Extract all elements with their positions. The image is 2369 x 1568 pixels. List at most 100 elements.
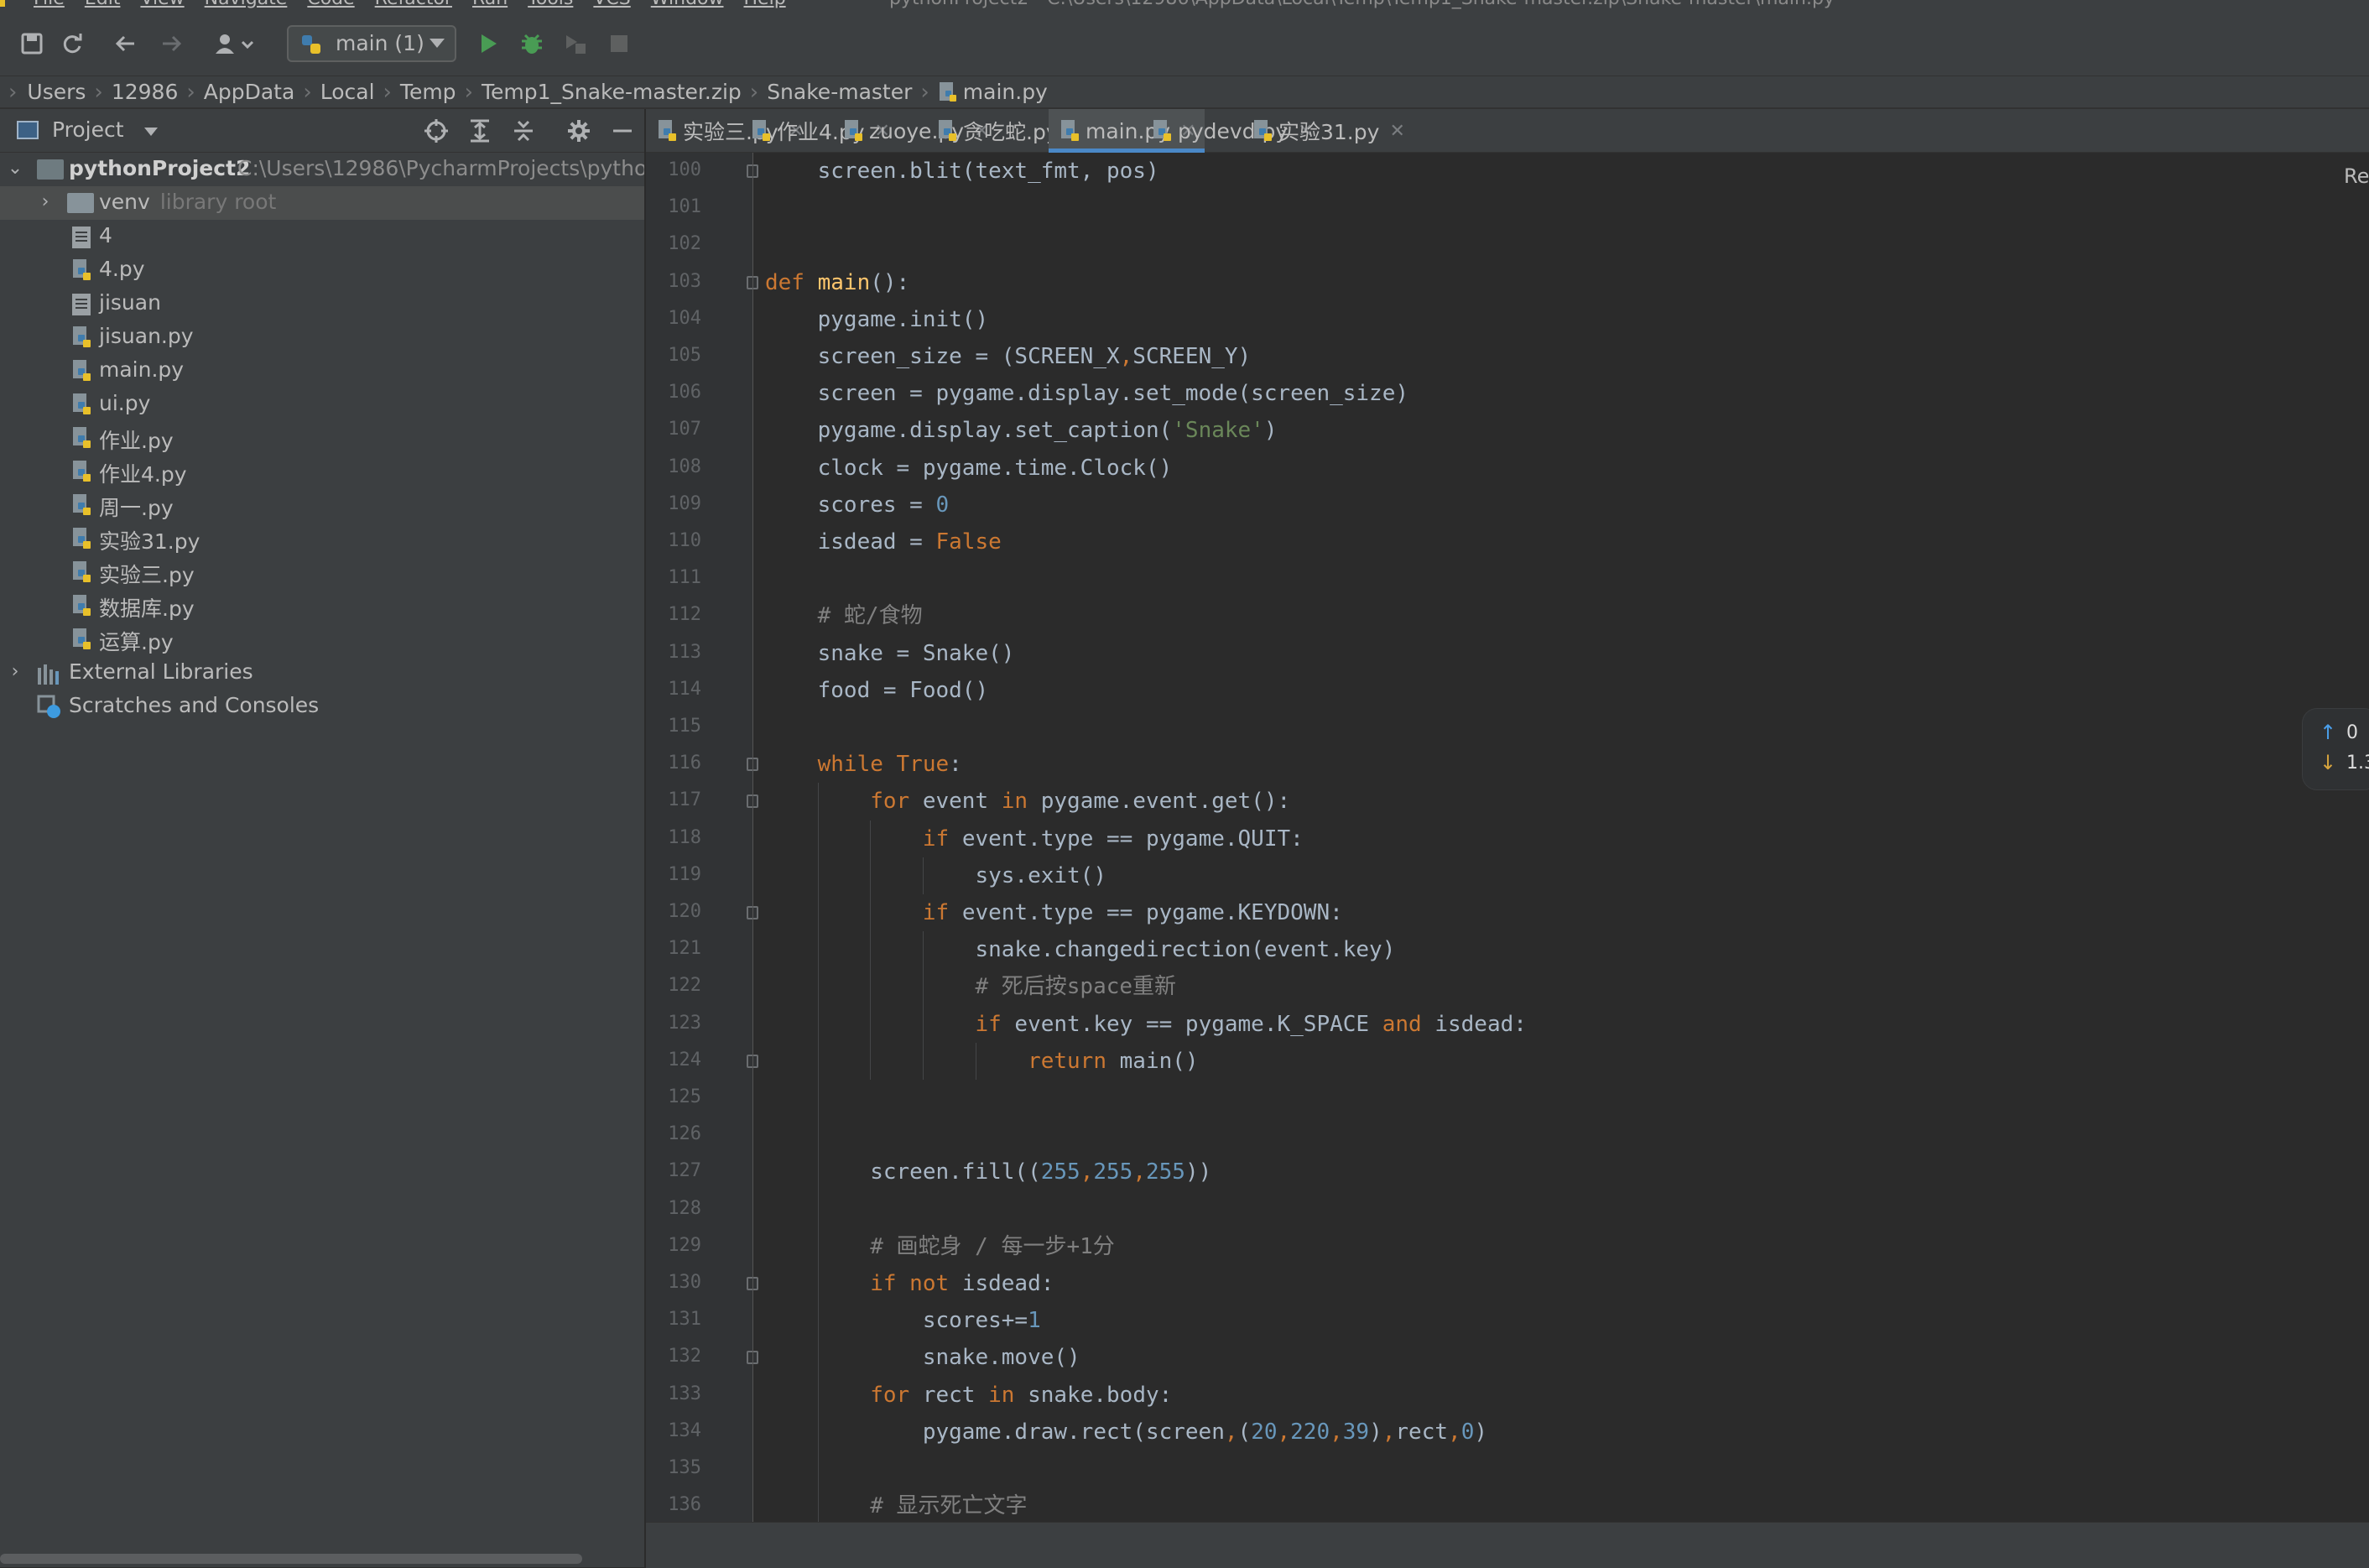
tree-row-external-libraries[interactable]: › External Libraries [0,656,644,690]
debug-icon[interactable] [515,27,549,60]
stop-icon[interactable] [602,27,636,60]
code-line: screen.blit(text_fmt, pos) [765,153,1159,190]
python-file-icon [752,120,770,141]
code-token: 255 [1093,1159,1133,1185]
horizontal-scrollbar[interactable] [0,1550,644,1567]
chevron-down-icon[interactable]: ⌄ [7,158,23,179]
breadcrumb-item[interactable]: main.py [938,80,1048,104]
chevron-right-icon[interactable]: › [37,191,54,212]
tree-row-file[interactable]: 周一.py [0,488,644,522]
code-token: while True [765,752,950,778]
forward-arrow-icon[interactable] [154,27,188,60]
menu-item[interactable]: Window [651,0,724,9]
breadcrumb-label: main.py [962,80,1048,104]
scrollbar-thumb[interactable] [0,1554,582,1564]
code-line: screen.fill((255,255,255)) [765,1154,1211,1190]
chevron-right-icon[interactable]: › [7,661,23,682]
tree-row-file[interactable]: 作业4.py [0,455,644,488]
breadcrumb-label: Users [27,80,86,104]
code-token: in [988,1382,1028,1408]
expand-all-icon[interactable] [465,116,495,146]
breadcrumb-label: 12986 [111,80,179,104]
gear-icon[interactable] [564,116,594,146]
line-number: 113 [668,641,701,663]
tree-row-venv[interactable]: › venv library root [0,186,644,220]
code-token: clock = pygame.time.Clock() [765,455,1173,481]
tree-row-file[interactable]: ui.py [0,388,644,421]
breadcrumb-item[interactable]: Temp1_Snake-master.zip [482,80,742,104]
sync-icon[interactable] [55,27,89,60]
tree-row-file[interactable]: 实验31.py [0,522,644,555]
close-icon[interactable]: ✕ [1389,121,1404,142]
breadcrumb-label: Temp1_Snake-master.zip [481,80,742,104]
menu-item[interactable]: File [34,0,65,9]
breadcrumb-item[interactable]: Local [320,80,375,104]
line-number: 101 [668,196,701,218]
tree-row-file[interactable]: 4 [0,220,644,253]
tree-row-file[interactable]: 4.py [0,253,644,287]
tree-row-file[interactable]: 数据库.py [0,589,644,623]
collapse-all-icon[interactable] [508,116,539,146]
python-file-icon [659,120,676,141]
project-root-name: pythonProject2 [69,156,251,180]
tree-row-file[interactable]: 作业.py [0,421,644,455]
line-number: 135 [668,1457,701,1478]
breadcrumb-item[interactable]: Temp [400,80,456,104]
code-token: screen.blit(text_fmt, pos) [765,159,1159,184]
text-file-icon [72,294,91,315]
locate-icon[interactable] [421,116,451,146]
code-token: event [922,789,1002,815]
tree-row-file[interactable]: 实验三.py [0,555,644,589]
line-number: 117 [668,789,701,811]
menu-item[interactable]: View [140,0,184,9]
menu-item[interactable]: Code [307,0,354,9]
back-arrow-icon[interactable] [109,27,143,60]
menu-item[interactable]: Navigate [205,0,288,9]
run-icon[interactable] [471,27,505,60]
code-token: 1 [1028,1308,1041,1334]
reader-mode-label[interactable]: Re [2344,164,2369,188]
breadcrumb-item[interactable]: AppData [204,80,295,104]
window-title: pythonProject2 - C:\Users\12986\AppData\… [889,0,1835,9]
coverage-icon[interactable] [559,27,592,60]
menu-item[interactable]: Refactor [375,0,452,9]
menu-item[interactable]: Run [472,0,508,9]
code-token: isdead = [765,529,936,555]
code-line: scores = 0 [765,487,950,524]
menu-item[interactable]: Tools [528,0,573,9]
user-icon[interactable] [211,27,260,60]
project-panel-title[interactable]: Project [52,117,124,142]
editor-tab[interactable]: 实验31.py ✕ [1242,109,1414,153]
menu-item[interactable]: VCS [593,0,630,9]
breadcrumb-item[interactable]: Snake-master [767,80,912,104]
run-configuration-select[interactable]: main (1) [287,25,456,62]
menu-item[interactable]: Help [744,0,786,9]
code-token: main [817,269,871,295]
code-token: 0 [1460,1419,1475,1445]
code-line: # 死后按space重新 [765,968,1176,1005]
line-number: 102 [668,233,701,255]
tree-row-file[interactable]: 运算.py [0,623,644,656]
arrow-down-icon: ↓ [2320,751,2337,774]
chevron-down-icon[interactable] [144,128,158,136]
minimize-icon[interactable] [607,116,638,146]
breadcrumb-label: AppData [203,80,295,104]
breadcrumb-item[interactable]: 12986 [112,80,179,104]
code-token: sys.exit() [765,862,1106,888]
code-editor[interactable]: 100 101 102 103 104 105 106 107 108 109 110 111 112 1… [646,153,2369,1522]
breadcrumb-item[interactable]: Users [27,80,86,104]
tree-row-file[interactable]: jisuan.py [0,320,644,354]
tree-row-scratches[interactable]: Scratches and Consoles [0,690,644,723]
save-icon[interactable] [15,27,49,60]
tree-row-file[interactable]: jisuan [0,287,644,320]
python-file-icon [73,360,91,381]
code-line: food = Food() [765,672,989,709]
line-number: 116 [668,753,701,774]
tree-root-row[interactable]: ⌄ pythonProject2 C:\Users\12986\PycharmP… [0,153,644,186]
tree-row-file[interactable]: main.py [0,354,644,388]
menu-item[interactable]: Edit [85,0,121,9]
code-token: , [1224,1419,1238,1445]
git-widget[interactable]: ↑ 0 ↓ 1.3 [2302,708,2369,790]
line-number: 104 [668,307,701,329]
breadcrumb-separator-icon: › [8,79,18,105]
